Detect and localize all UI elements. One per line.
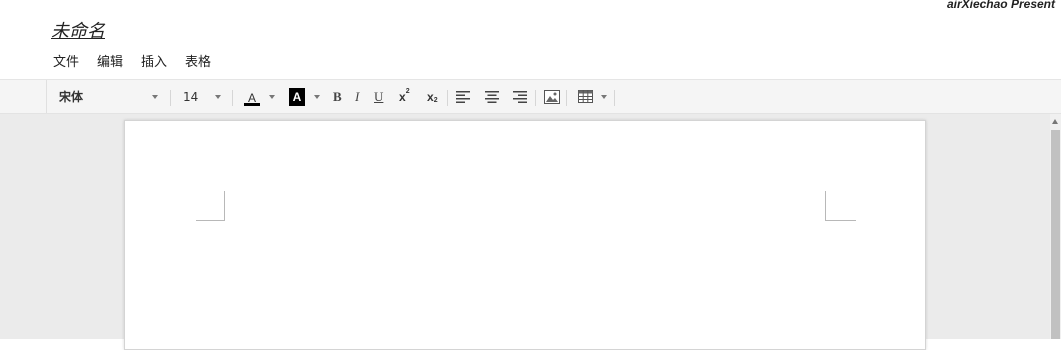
font-family-value: 宋体 (59, 90, 84, 104)
subscript-base: x (427, 89, 434, 104)
toolbar-separator (535, 90, 536, 106)
font-color-swatch (244, 102, 260, 106)
chevron-down-icon (215, 95, 221, 99)
align-center-icon (485, 90, 499, 103)
underline-button[interactable]: U (374, 80, 383, 113)
toolbar-left-border (46, 80, 47, 113)
menubar: 文件 编辑 插入 表格 (53, 51, 229, 70)
bold-button[interactable]: B (333, 80, 342, 113)
insert-table-button[interactable] (578, 80, 593, 113)
highlight-color-dropdown[interactable] (314, 80, 322, 113)
menu-edit[interactable]: 编辑 (97, 51, 123, 70)
align-center-button[interactable] (485, 80, 499, 113)
superscript-button[interactable]: x2 (399, 80, 410, 113)
menu-table[interactable]: 表格 (185, 51, 211, 70)
font-family-select[interactable]: 宋体 (59, 80, 161, 113)
insert-table-dropdown[interactable] (601, 80, 609, 113)
table-icon (578, 90, 593, 103)
toolbar-separator (447, 90, 448, 106)
toolbar-separator (566, 90, 567, 106)
font-size-value: 14 (183, 89, 199, 104)
toolbar-separator (232, 90, 233, 106)
document-title[interactable]: 未命名 (51, 17, 105, 43)
scroll-up-arrow-icon[interactable] (1052, 119, 1058, 124)
image-icon (544, 89, 560, 104)
toolbar-separator (170, 90, 171, 106)
superscript-mark: 2 (405, 88, 410, 95)
highlight-color-button[interactable]: A (289, 80, 305, 113)
insert-image-button[interactable] (544, 80, 560, 113)
align-left-button[interactable] (456, 80, 470, 113)
margin-corner-top-left (196, 191, 225, 221)
font-color-icon: A (244, 87, 260, 107)
brand-label: airXiechao Present (946, 0, 1055, 11)
margin-corner-top-right (825, 191, 856, 221)
highlight-color-icon: A (289, 87, 305, 106)
toolbar: 宋体 14 A A B I U x2 x2 (0, 79, 1061, 114)
italic-button[interactable]: I (355, 80, 359, 113)
menu-file[interactable]: 文件 (53, 51, 79, 70)
font-color-dropdown[interactable] (269, 80, 277, 113)
align-left-icon (456, 90, 470, 103)
subscript-button[interactable]: x2 (427, 80, 438, 113)
chevron-down-icon (314, 94, 320, 99)
document-page[interactable] (124, 120, 926, 350)
vertical-scrollbar[interactable] (1050, 114, 1061, 339)
chevron-down-icon (601, 94, 607, 99)
font-color-button[interactable]: A (244, 80, 264, 113)
toolbar-separator (614, 90, 615, 106)
align-right-button[interactable] (513, 80, 527, 113)
align-right-icon (513, 90, 527, 103)
subscript-mark: 2 (433, 97, 438, 104)
font-size-select[interactable]: 14 (183, 80, 224, 113)
chevron-down-icon (152, 95, 158, 99)
superscript-base: x (399, 89, 406, 104)
chevron-down-icon (269, 94, 275, 99)
scrollbar-thumb[interactable] (1051, 130, 1060, 339)
menu-insert[interactable]: 插入 (141, 51, 167, 70)
